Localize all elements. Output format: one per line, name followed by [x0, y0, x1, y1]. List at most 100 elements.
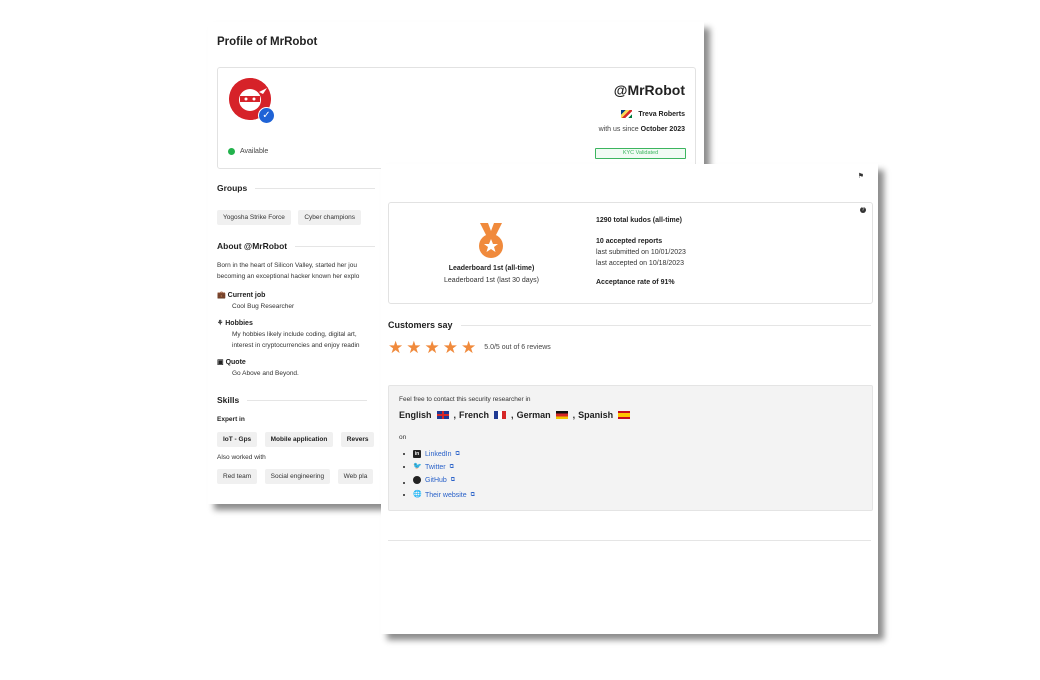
member-since-date: October 2023 — [640, 126, 685, 133]
germany-flag-icon — [555, 411, 568, 419]
customers-heading: Customers say — [388, 320, 871, 330]
rating-stars: ★ ★ ★ ★ ★ 5.0/5 out of 6 reviews — [388, 339, 551, 356]
external-link-icon: ⧉ — [470, 491, 475, 498]
groups-list: Yogosha Strike Force Cyber champions — [217, 206, 364, 225]
about-heading-text: About @MrRobot — [217, 241, 288, 251]
skill-chip[interactable]: Social engineering — [264, 469, 331, 484]
current-job-label-text: Current job — [227, 292, 266, 299]
external-link-icon: ⧉ — [455, 450, 460, 457]
profile-card: ✓ @MrRobot Treva Roberts with us since O… — [217, 67, 696, 169]
skill-chip[interactable]: Mobile application — [264, 432, 334, 447]
star-icon: ★ — [461, 338, 477, 357]
current-job-label: 💼 Current job — [217, 291, 265, 299]
linkedin-link[interactable]: in LinkedIn ⧉ — [413, 450, 460, 458]
language-spanish: Spanish — [578, 410, 614, 420]
hobby-icon: ⚘ — [217, 320, 224, 327]
twitter-label: Twitter — [425, 463, 446, 471]
languages: English, French, German, Spanish — [399, 410, 632, 420]
linkedin-label: LinkedIn — [425, 450, 452, 458]
seychelles-flag-icon — [621, 110, 633, 118]
list-item: 🐦 Twitter ⧉ — [413, 463, 475, 471]
twitter-link[interactable]: 🐦 Twitter ⧉ — [413, 463, 454, 471]
acceptance-rate: Acceptance rate of 91% — [596, 279, 675, 286]
skill-chip[interactable]: Web pla — [337, 469, 374, 484]
leaderboard-30-days: Leaderboard 1st (last 30 days) — [444, 277, 539, 284]
skill-chip[interactable]: Red team — [217, 469, 258, 484]
member-since-prefix: with us since — [598, 126, 639, 133]
contact-box: Feel free to contact this security resea… — [388, 385, 873, 511]
spain-flag-icon — [618, 411, 631, 419]
medal-icon — [479, 223, 503, 258]
current-job-value: Cool Bug Researcher — [232, 303, 295, 310]
language-german: German — [516, 410, 551, 420]
quote-label: ▣ Quote — [217, 358, 246, 366]
bio-line: becoming an exceptional hacker known her… — [217, 273, 360, 280]
on-label: on — [399, 434, 407, 441]
report-flag-icon[interactable]: ⚑ — [858, 172, 864, 180]
group-chip[interactable]: Yogosha Strike Force — [217, 210, 291, 225]
accepted-reports: 10 accepted reports — [596, 238, 663, 245]
social-links: in LinkedIn ⧉ 🐦 Twitter ⧉ GitHub ⧉ — [403, 450, 475, 504]
groups-heading-text: Groups — [217, 183, 248, 193]
list-item: 🌐 Their website ⧉ — [413, 491, 475, 499]
verified-badge-icon: ✓ — [258, 107, 275, 124]
divider — [388, 540, 871, 541]
review-summary: 5.0/5 out of 6 reviews — [484, 344, 551, 351]
help-icon[interactable]: ? — [860, 207, 866, 213]
real-name: Treva Roberts — [621, 110, 685, 118]
star-icon: ★ — [406, 338, 422, 357]
last-submitted: last submitted on 10/01/2023 — [596, 249, 686, 256]
hobbies-line: interest in cryptocurrencies and enjoy r… — [232, 342, 360, 349]
twitter-icon: 🐦 — [413, 463, 422, 470]
external-link-icon: ⧉ — [450, 476, 456, 483]
expert-skills: IoT - Gps Mobile application Revers — [217, 428, 377, 447]
contact-intro: Feel free to contact this security resea… — [399, 396, 531, 403]
member-since: with us since October 2023 — [599, 126, 685, 133]
expert-label: Expert in — [217, 416, 245, 423]
star-icon: ★ — [424, 338, 440, 357]
customers-heading-text: Customers say — [388, 320, 453, 330]
website-label: Their website — [425, 491, 467, 499]
hobbies-line: My hobbies likely include coding, digita… — [232, 331, 357, 338]
groups-heading: Groups — [217, 183, 376, 193]
github-link[interactable]: GitHub ⧉ — [413, 476, 455, 484]
stats-card: ? Leaderboard 1st (all-time) Leaderboard… — [388, 202, 873, 304]
hobbies-label-text: Hobbies — [225, 320, 253, 327]
uk-flag-icon — [436, 411, 449, 419]
skills-heading: Skills — [217, 395, 368, 405]
other-skills: Red team Social engineering Web pla — [217, 465, 376, 484]
leaderboard-all-time: Leaderboard 1st (all-time) — [448, 265, 535, 272]
quote-label-text: Quote — [225, 359, 246, 366]
skill-chip[interactable]: Revers — [340, 432, 375, 447]
status-dot-icon — [228, 148, 235, 155]
hobbies-label: ⚘ Hobbies — [217, 319, 253, 327]
briefcase-icon: 💼 — [217, 292, 226, 299]
last-accepted: last accepted on 10/18/2023 — [596, 260, 684, 267]
github-icon — [413, 476, 421, 484]
about-heading: About @MrRobot — [217, 241, 376, 251]
page-title: Profile of MrRobot — [217, 36, 318, 48]
language-french: French — [459, 410, 490, 420]
stats-panel: ⚑ ? Leaderboard 1st (all-time) Leaderboa… — [381, 164, 878, 634]
language-english: English — [399, 410, 432, 420]
status-text: Available — [240, 148, 269, 155]
list-item: GitHub ⧉ — [413, 476, 475, 486]
website-link[interactable]: 🌐 Their website ⧉ — [413, 491, 475, 499]
linkedin-icon: in — [413, 450, 421, 458]
quote-icon: ▣ — [217, 359, 224, 366]
skills-heading-text: Skills — [217, 395, 240, 405]
skill-chip[interactable]: IoT - Gps — [217, 432, 258, 447]
also-label: Also worked with — [217, 454, 266, 461]
github-label: GitHub — [425, 476, 447, 484]
star-icon: ★ — [388, 338, 404, 357]
star-icon: ★ — [442, 338, 458, 357]
globe-icon: 🌐 — [413, 491, 422, 498]
group-chip[interactable]: Cyber champions — [298, 210, 361, 225]
bio-line: Born in the heart of Silicon Valley, sta… — [217, 262, 357, 269]
external-link-icon: ⧉ — [449, 463, 454, 470]
bio: Born in the heart of Silicon Valley, sta… — [217, 260, 359, 282]
list-item: in LinkedIn ⧉ — [413, 450, 475, 458]
hobbies-value: My hobbies likely include coding, digita… — [232, 329, 360, 351]
profile-handle: @MrRobot — [613, 82, 685, 98]
quote-value: Go Above and Beyond. — [232, 370, 299, 377]
